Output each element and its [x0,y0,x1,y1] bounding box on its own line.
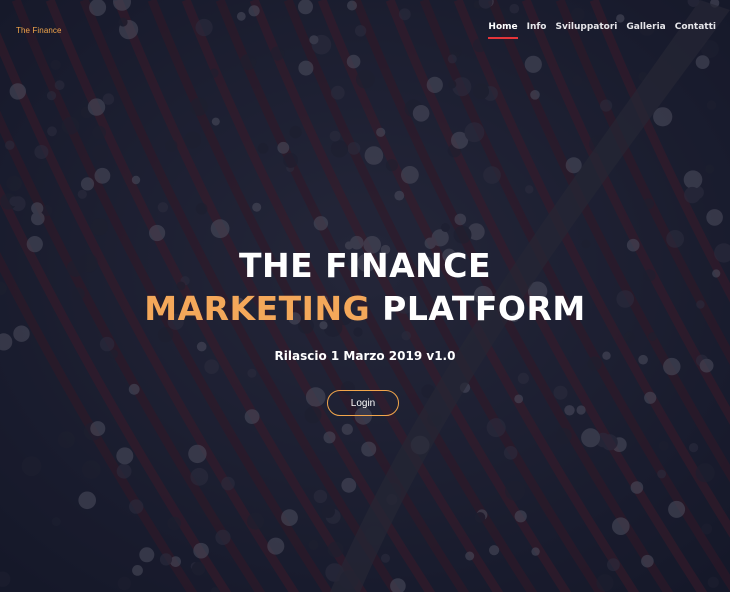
nav-info[interactable]: Info [523,22,551,39]
nav-sviluppatori[interactable]: Sviluppatori [551,22,621,39]
nav-home[interactable]: Home [484,22,521,39]
hero-title-accent: MARKETING [144,289,371,328]
nav-contatti[interactable]: Contatti [671,22,720,39]
login-button[interactable]: Login [327,390,399,416]
hero-section: The Finance Home Info Sviluppatori Galle… [0,0,730,592]
hero-title-rest: PLATFORM [382,289,586,328]
brand-logo-link[interactable]: The Finance [16,26,62,35]
release-subtitle: Rilascio 1 Marzo 2019 v1.0 [274,349,456,363]
nav-galleria[interactable]: Galleria [622,22,669,39]
main-navigation: Home Info Sviluppatori Galleria Contatti [483,22,720,39]
hero-title-line-2: MARKETING PLATFORM [0,289,730,328]
hero-title-line-1: THE FINANCE [238,246,492,285]
